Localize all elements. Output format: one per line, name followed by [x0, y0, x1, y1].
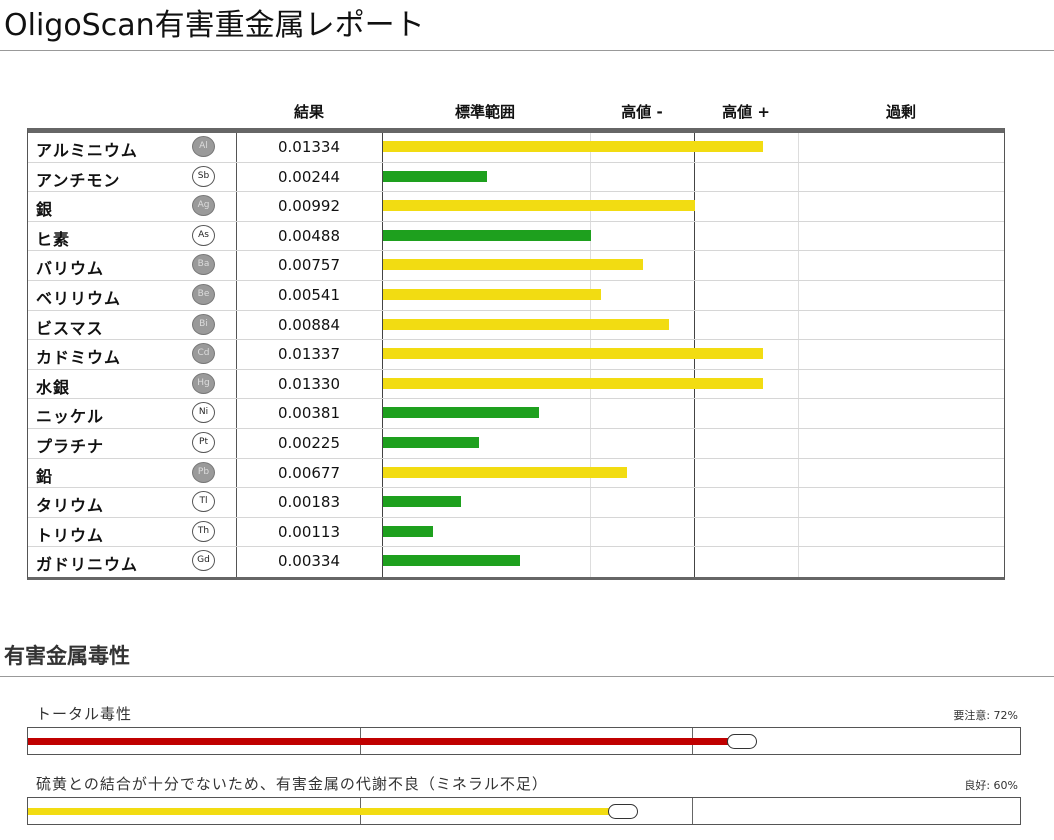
metal-name: 銀	[36, 200, 54, 220]
element-symbol-icon: Gd	[192, 550, 215, 572]
heavy-metal-table: アルミニウム Al 0.01334 アンチモン Sb 0.00244 銀 Ag 0.00992 ヒ…	[27, 128, 1005, 580]
header-standard-range: 標準範囲	[454, 103, 515, 121]
table-row: トリウム Th 0.00113	[28, 518, 1004, 548]
level-bar	[383, 496, 461, 508]
table-row: タリウム Tl 0.00183	[28, 488, 1004, 518]
metal-name: プラチナ	[36, 437, 105, 456]
element-symbol-icon: Ag	[192, 195, 215, 217]
result-value: 0.00488	[277, 226, 341, 245]
table-row: アンチモン Sb 0.00244	[28, 163, 1004, 193]
level-bar	[383, 555, 520, 567]
level-bar	[383, 348, 763, 360]
result-value: 0.01337	[277, 345, 341, 364]
result-value: 0.00183	[277, 493, 341, 512]
table-row: 水銀 Hg 0.01330	[28, 370, 1004, 400]
result-value: 0.01334	[277, 138, 341, 156]
metal-name: トリウム	[36, 525, 105, 545]
tox-status-sulfur: 良好: 60%	[964, 779, 1018, 792]
level-bar	[383, 259, 643, 271]
element-symbol-icon: Sb	[192, 165, 215, 187]
tox-label-total: トータル毒性	[36, 705, 133, 723]
metal-name: ニッケル	[36, 407, 105, 427]
metal-name: ビスマス	[36, 318, 104, 338]
level-bar	[383, 466, 627, 478]
table-row: ヒ素 As 0.00488	[28, 222, 1004, 252]
table-row: ベリリウム Be 0.00541	[28, 281, 1004, 311]
header-high-minus: 高値 -	[621, 103, 663, 121]
level-bar	[383, 289, 601, 300]
element-symbol-icon: Hg	[192, 372, 215, 394]
tox-track-sulfur	[27, 797, 1021, 825]
element-symbol-icon: Cd	[192, 343, 215, 365]
toxicity-section-title: 有害金属毒性	[4, 644, 130, 668]
element-symbol-icon: Al	[192, 136, 215, 157]
metal-name: タリウム	[36, 496, 105, 516]
table-row: 銀 Ag 0.00992	[28, 192, 1004, 222]
metal-name: 鉛	[36, 466, 54, 486]
metal-name: 水銀	[36, 377, 71, 397]
level-bar	[383, 170, 487, 182]
level-bar	[383, 318, 669, 330]
table-row: アルミニウム Al 0.01334	[28, 133, 1004, 163]
table-row: 鉛 Pb 0.00677	[28, 459, 1004, 489]
result-value: 0.00334	[277, 552, 341, 571]
tox-status-total: 要注意: 72%	[953, 709, 1018, 722]
element-symbol-icon: As	[192, 224, 215, 246]
table-row: プラチナ Pt 0.00225	[28, 429, 1004, 459]
tox-knob-total[interactable]	[727, 734, 757, 749]
result-value: 0.00225	[277, 434, 341, 452]
level-bar	[383, 437, 479, 448]
element-symbol-icon: Ba	[192, 254, 215, 276]
tox-fill-sulfur	[28, 808, 623, 815]
tox-label-sulfur: 硫黄との結合が十分でないため、有害金属の代謝不良（ミネラル不足）	[36, 775, 548, 793]
result-value: 0.00541	[277, 286, 341, 304]
level-bar	[383, 141, 763, 152]
header-excess: 過剰	[885, 103, 916, 121]
table-row: カドミウム Cd 0.01337	[28, 340, 1004, 370]
level-bar	[383, 200, 695, 212]
result-value: 0.01330	[277, 374, 341, 393]
metal-name: アルミニウム	[36, 141, 138, 160]
level-bar	[383, 377, 763, 389]
result-value: 0.00757	[277, 256, 341, 275]
level-bar	[383, 407, 539, 419]
element-symbol-icon: Th	[192, 520, 215, 542]
result-value: 0.00244	[277, 167, 341, 186]
metal-name: カドミウム	[36, 348, 122, 368]
result-value: 0.00677	[277, 463, 341, 482]
element-symbol-icon: Be	[192, 284, 215, 305]
tox-fill-total	[28, 738, 742, 745]
metal-name: バリウム	[36, 259, 105, 279]
tox-divider	[692, 798, 693, 824]
metal-name: アンチモン	[36, 170, 121, 190]
tox-track-total	[27, 727, 1021, 755]
tox-knob-sulfur[interactable]	[608, 804, 638, 819]
element-symbol-icon: Tl	[192, 491, 215, 513]
element-symbol-icon: Pt	[192, 432, 215, 453]
section-divider	[0, 676, 1054, 677]
element-symbol-icon: Ni	[192, 402, 215, 424]
element-symbol-icon: Bi	[192, 313, 215, 335]
result-value: 0.00113	[277, 522, 341, 541]
table-row: ニッケル Ni 0.00381	[28, 399, 1004, 429]
metal-name: ベリリウム	[36, 289, 122, 308]
result-value: 0.00884	[277, 315, 341, 334]
metal-name: ガドリニウム	[36, 555, 139, 575]
title-divider	[0, 50, 1054, 51]
level-bar	[383, 229, 591, 241]
table-row: バリウム Ba 0.00757	[28, 251, 1004, 281]
table-row: ガドリニウム Gd 0.00334	[28, 547, 1004, 577]
page-title: OligoScan有害重金属レポート	[4, 8, 425, 43]
metal-name: ヒ素	[36, 229, 71, 249]
header-high-plus: 高値 +	[722, 103, 770, 121]
element-symbol-icon: Pb	[192, 461, 215, 483]
table-row: ビスマス Bi 0.00884	[28, 311, 1004, 341]
result-value: 0.00992	[277, 197, 341, 216]
level-bar	[383, 525, 433, 537]
header-result: 結果	[293, 103, 324, 121]
result-value: 0.00381	[277, 404, 341, 423]
